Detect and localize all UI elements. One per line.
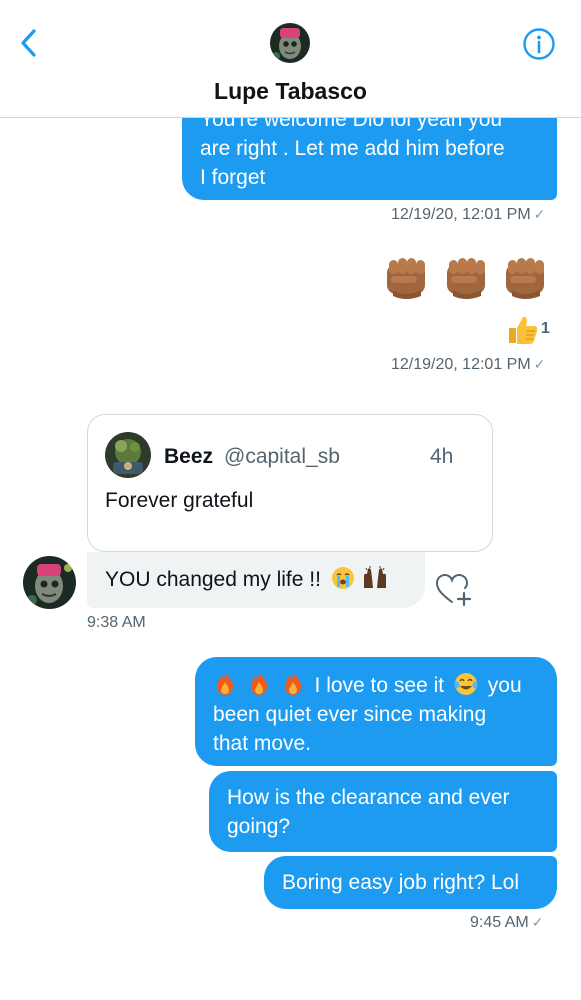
sender-avatar[interactable]: [23, 556, 76, 609]
conversation-thread[interactable]: You're welcome Dio lol yeah you are righ…: [0, 0, 581, 1000]
info-circle-icon[interactable]: [522, 27, 556, 61]
message-line: are right . Let me add him before: [200, 137, 505, 160]
quoted-author-avatar: [105, 432, 151, 478]
conversation-header: Lupe Tabasco: [0, 0, 581, 118]
contact-name[interactable]: Lupe Tabasco: [0, 78, 581, 105]
sent-check-icon: ✓: [533, 356, 546, 372]
quoted-tweet-card[interactable]: Beez @capital_sb 4h Forever grateful: [87, 414, 493, 552]
message-text: I love to see it: [314, 674, 445, 697]
message-timestamp: 9:45 AM ✓: [470, 914, 544, 931]
sent-check-icon: ✓: [531, 914, 544, 930]
fire-emoji-icon: [217, 671, 233, 695]
raising-hands-emoji-icon: [363, 566, 386, 588]
message-timestamp: 9:38 AM: [87, 614, 146, 631]
raised-fist-emoji-icon: [447, 258, 485, 299]
quoted-tweet-text: Forever grateful: [105, 489, 254, 512]
quoted-author-handle: @capital_sb: [224, 445, 340, 468]
contact-avatar[interactable]: [270, 23, 310, 63]
quoted-author-name: Beez: [164, 445, 214, 468]
raised-fist-emoji-icon: [506, 258, 544, 299]
message-line: that move.: [213, 732, 312, 755]
message-line: going?: [227, 815, 291, 838]
message-timestamp: 12/19/20, 12:01 PM ✓: [391, 206, 546, 223]
message-text: you: [487, 674, 522, 697]
message-timestamp: 12/19/20, 12:01 PM ✓: [391, 356, 546, 373]
chevron-left-icon[interactable]: [14, 26, 44, 60]
message-text: YOU changed my life !!: [105, 568, 321, 591]
add-reaction-heart-icon[interactable]: [435, 571, 473, 607]
quoted-tweet-time: 4h: [430, 445, 454, 468]
outgoing-message[interactable]: I love to see it you been quiet ever sin…: [195, 657, 557, 766]
message-text: Boring easy job right? Lol: [282, 871, 519, 894]
message-line: I forget: [200, 166, 266, 189]
message-line: How is the clearance and ever: [227, 786, 510, 809]
crying-face-emoji-icon: [331, 567, 354, 589]
raised-fist-emoji-icon: [387, 258, 425, 299]
reaction-count: 1: [541, 320, 550, 337]
incoming-message[interactable]: YOU changed my life !!: [87, 552, 425, 608]
sent-check-icon: ✓: [533, 206, 546, 222]
tears-of-joy-emoji-icon: [454, 673, 478, 695]
thumbs-up-reaction-icon[interactable]: [506, 314, 540, 346]
outgoing-message[interactable]: How is the clearance and ever going?: [209, 771, 557, 852]
fire-emoji-icon: [284, 671, 301, 695]
message-line: been quiet ever since making: [213, 703, 487, 726]
outgoing-message[interactable]: Boring easy job right? Lol: [264, 856, 557, 909]
fire-emoji-icon: [250, 671, 267, 695]
